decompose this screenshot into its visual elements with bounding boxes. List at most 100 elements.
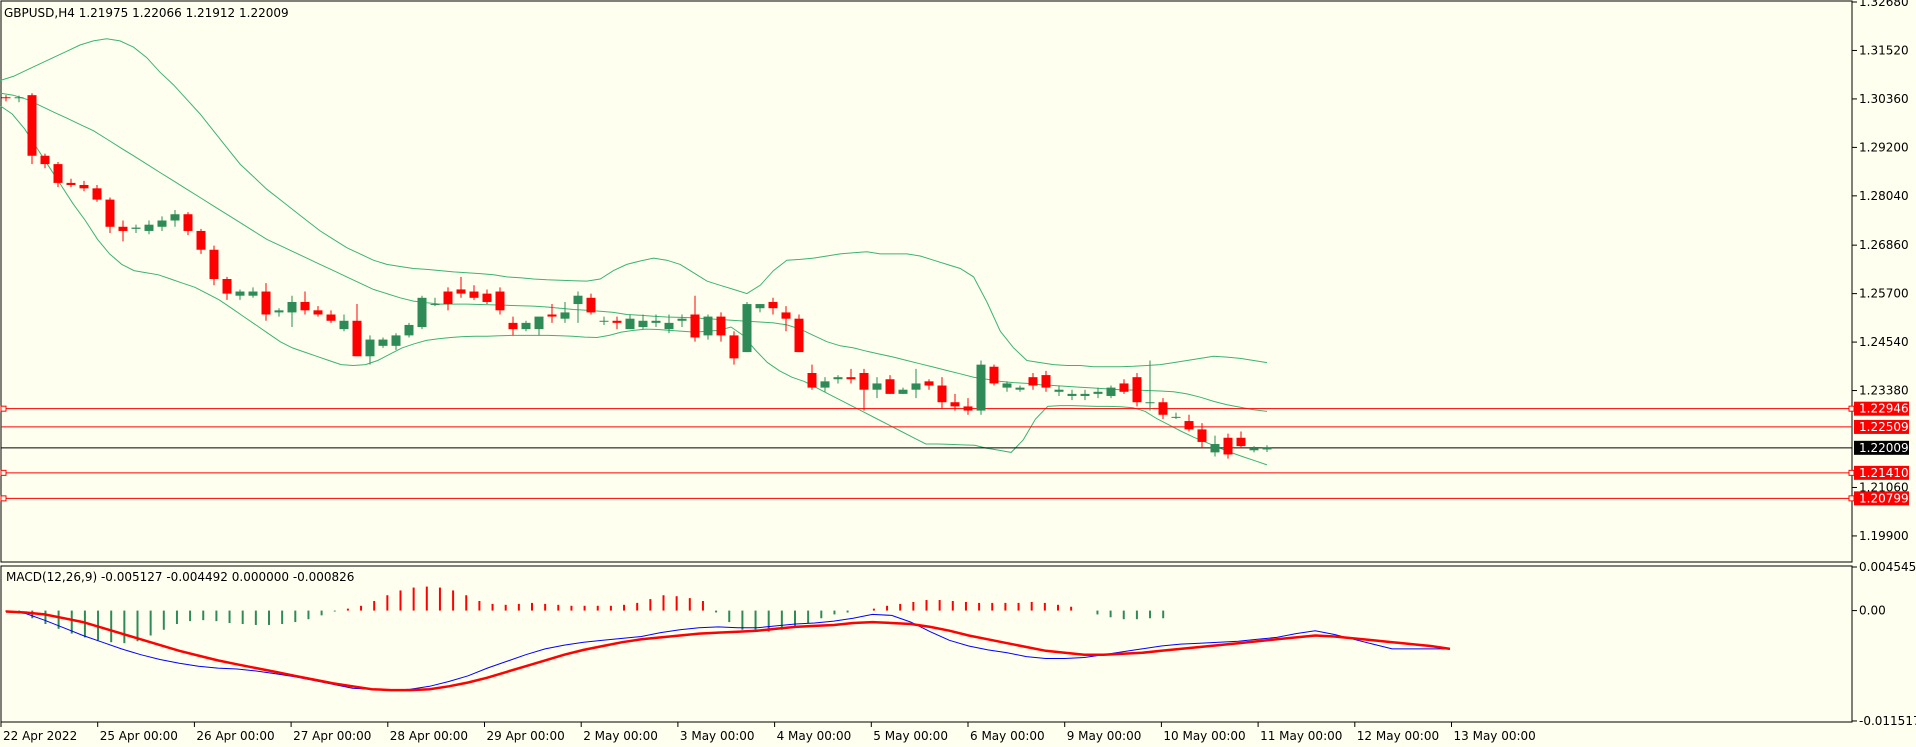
candle-body — [313, 310, 323, 315]
candle-body — [105, 199, 115, 227]
candle-body — [859, 372, 869, 390]
symbol-header: GBPUSD,H4 1.21975 1.22066 1.21912 1.2200… — [4, 6, 289, 20]
time-tick-label: 4 May 00:00 — [777, 729, 852, 743]
time-tick-label: 3 May 00:00 — [680, 729, 755, 743]
macd-tick-label: -0.011517 — [1859, 714, 1916, 728]
time-tick-label: 6 May 00:00 — [970, 729, 1045, 743]
candle-body — [833, 377, 843, 380]
candle-body — [209, 249, 219, 279]
price-tick-label: 1.23380 — [1859, 384, 1909, 398]
level-price-tag-label: 1.22509 — [1859, 420, 1909, 434]
candle-body — [14, 97, 24, 99]
candle-body — [573, 295, 583, 305]
candle-body — [404, 324, 414, 336]
candle-body — [508, 322, 518, 330]
candle-body — [1106, 387, 1116, 396]
time-tick-label: 26 Apr 00:00 — [196, 729, 274, 743]
level-line-marker — [0, 469, 7, 476]
candle-body — [547, 314, 557, 317]
candle-body — [79, 184, 89, 189]
candle-body — [755, 304, 765, 309]
level-line-marker — [1848, 405, 1855, 412]
candle-body — [950, 402, 960, 407]
level-price-tag-label: 1.20799 — [1859, 491, 1909, 505]
level-line-marker — [0, 495, 7, 502]
candle-body — [482, 293, 492, 302]
candle-body — [1236, 437, 1246, 447]
price-tick-label: 1.24540 — [1859, 335, 1909, 349]
candle-body — [560, 312, 570, 319]
candle-body — [846, 377, 856, 380]
candle-body — [144, 224, 154, 231]
candle-body — [1028, 377, 1038, 386]
macd-tick-label: 0.00 — [1859, 604, 1886, 618]
candle-body — [131, 227, 141, 229]
level-line-marker — [1848, 495, 1855, 502]
price-tick-label: 1.30360 — [1859, 92, 1909, 106]
trading-chart[interactable]: GBPUSD,H4 1.21975 1.22066 1.21912 1.2200… — [0, 0, 1916, 747]
candle-body — [248, 291, 258, 296]
candle-body — [716, 316, 726, 336]
candle-body — [40, 155, 50, 165]
candle-body — [417, 297, 427, 328]
candle-body — [287, 301, 297, 313]
candle-body — [1067, 393, 1077, 396]
candle-body — [339, 320, 349, 330]
candle-body — [677, 318, 687, 321]
candle-body — [157, 220, 167, 227]
candle-body — [443, 291, 453, 305]
candle-body — [1002, 383, 1012, 388]
candle-body — [898, 389, 908, 394]
candle-body — [1171, 416, 1181, 418]
candle-body — [1015, 387, 1025, 390]
candle-body — [651, 320, 661, 323]
level-price-tag-label: 1.21410 — [1859, 466, 1909, 480]
candle-body — [118, 226, 128, 231]
candle-body — [729, 335, 739, 359]
level-price-tag-label: 1.22946 — [1859, 402, 1909, 416]
candle-body — [625, 318, 635, 330]
candle-body — [924, 381, 934, 386]
price-tick-label: 1.28040 — [1859, 189, 1909, 203]
candle-body — [92, 188, 102, 200]
candle-body — [742, 304, 752, 353]
candle-body — [1210, 444, 1220, 453]
price-tick-label: 1.32680 — [1859, 0, 1909, 9]
time-tick-label: 27 Apr 00:00 — [293, 729, 371, 743]
time-tick-label: 2 May 00:00 — [583, 729, 658, 743]
candle-body — [703, 316, 713, 336]
candle-body — [872, 383, 882, 390]
candle-body — [183, 214, 193, 231]
macd-tick-label: 0.004545 — [1859, 560, 1916, 574]
time-tick-label: 11 May 00:00 — [1260, 729, 1342, 743]
candle-body — [1, 97, 11, 99]
candle-body — [378, 339, 388, 346]
time-tick-label: 13 May 00:00 — [1454, 729, 1536, 743]
candle-body — [521, 322, 531, 330]
candle-body — [456, 289, 466, 294]
time-tick-label: 12 May 00:00 — [1357, 729, 1439, 743]
candle-body — [781, 312, 791, 319]
time-tick-label: 22 Apr 2022 — [3, 729, 77, 743]
candle-body — [963, 406, 973, 411]
candle-body — [885, 379, 895, 394]
candle-body — [1158, 402, 1168, 415]
candle-body — [976, 364, 986, 411]
price-tick-label: 1.25700 — [1859, 287, 1909, 301]
candle-body — [1249, 448, 1259, 451]
time-tick-label: 5 May 00:00 — [873, 729, 948, 743]
candle-body — [1197, 429, 1207, 442]
price-tick-label: 1.26860 — [1859, 238, 1909, 252]
candle-body — [1262, 447, 1272, 450]
candle-body — [690, 314, 700, 338]
candle-body — [274, 310, 284, 313]
candle-body — [170, 214, 180, 221]
candle-body — [664, 322, 674, 330]
candle-body — [638, 320, 648, 328]
time-tick-label: 29 Apr 00:00 — [487, 729, 565, 743]
candle-body — [586, 297, 596, 313]
candle-body — [1054, 389, 1064, 392]
candle-body — [365, 339, 375, 357]
candle-body — [300, 301, 310, 311]
candle-body — [768, 301, 778, 309]
